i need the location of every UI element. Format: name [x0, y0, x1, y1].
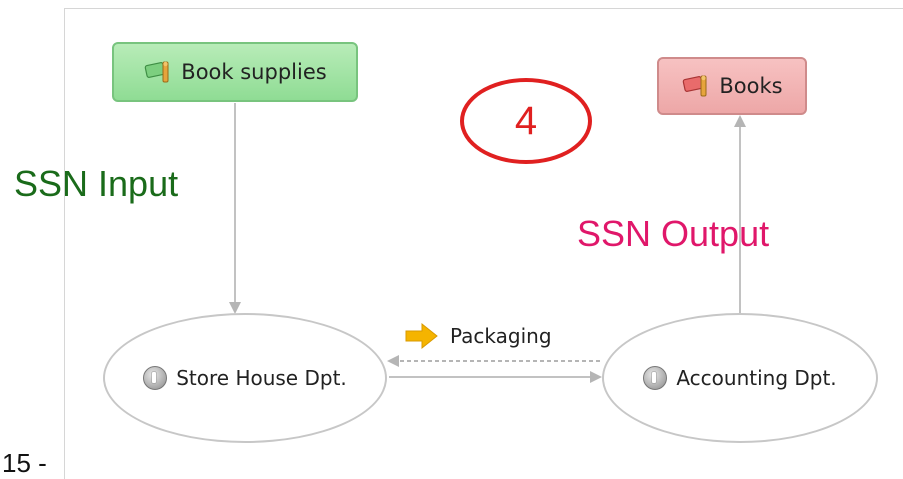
- ssn-output-annotation: SSN Output: [577, 213, 770, 254]
- packaging-flow-label[interactable]: Packaging: [404, 321, 552, 351]
- step-number: 4: [514, 98, 538, 143]
- store-house-label: Store House Dpt.: [176, 366, 347, 390]
- accounting-node[interactable]: Accounting Dpt.: [602, 313, 878, 443]
- step-number-callout: 4: [460, 78, 592, 164]
- arrow-right-icon: [405, 322, 438, 350]
- store-house-node[interactable]: Store House Dpt.: [103, 313, 387, 443]
- packaging-label: Packaging: [450, 324, 552, 348]
- ssn-input-annotation: SSN Input: [14, 163, 179, 204]
- service-gear-icon: [643, 366, 668, 390]
- diagram-canvas: Book supplies Books Store House Dpt. Acc…: [0, 0, 903, 479]
- page-number: 15 -: [2, 448, 47, 478]
- input-resource-node[interactable]: Book supplies: [112, 42, 358, 102]
- resource-flag-icon: [145, 61, 169, 83]
- output-resource-label: Books: [719, 74, 783, 98]
- output-resource-node[interactable]: Books: [657, 57, 807, 115]
- resource-flag-icon: [683, 75, 707, 97]
- service-gear-icon: [143, 366, 168, 390]
- input-resource-label: Book supplies: [181, 60, 327, 84]
- accounting-label: Accounting Dpt.: [676, 366, 837, 390]
